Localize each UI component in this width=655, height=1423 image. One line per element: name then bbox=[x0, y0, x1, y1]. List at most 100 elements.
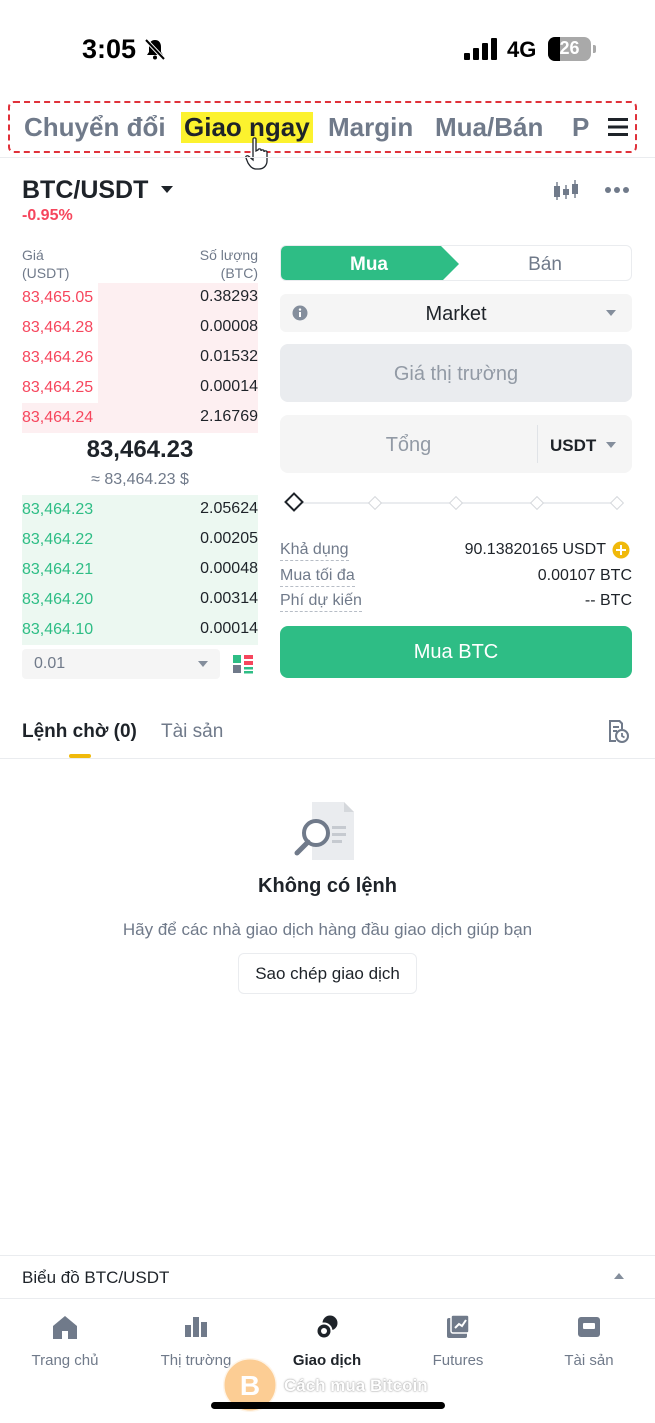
home-indicator[interactable] bbox=[211, 1402, 445, 1409]
ask-qty: 0.01532 bbox=[200, 348, 258, 365]
hand-cursor-icon bbox=[245, 137, 268, 170]
tab-buy-sell[interactable]: Mua/Bán bbox=[435, 112, 543, 143]
last-price[interactable]: 83,464.23 bbox=[22, 436, 258, 464]
bid-row[interactable]: 83,464.22 0.00205 bbox=[22, 525, 258, 555]
buy-btc-button[interactable]: Mua BTC bbox=[280, 626, 632, 678]
tab-more-partial[interactable]: P bbox=[572, 112, 589, 143]
bid-qty: 0.00048 bbox=[200, 560, 258, 577]
nav-home[interactable]: Trang chủ bbox=[5, 1310, 125, 1380]
max-buy-row: Mua tối đa 0.00107 BTC bbox=[280, 565, 632, 587]
depth-step-select[interactable]: 0.01 bbox=[22, 649, 220, 679]
order-history-icon[interactable] bbox=[607, 719, 629, 743]
ask-qty: 0.38293 bbox=[200, 288, 258, 305]
tab-convert[interactable]: Chuyển đổi bbox=[24, 112, 166, 143]
bid-price: 83,464.20 bbox=[22, 591, 94, 608]
orderbook-price-header: Giá (USDT) bbox=[22, 246, 69, 282]
ask-price: 83,464.24 bbox=[22, 409, 94, 426]
ask-row[interactable]: 83,464.25 0.00014 bbox=[22, 373, 258, 403]
buy-tab-label[interactable]: Mua bbox=[281, 254, 457, 276]
order-type-label: Market bbox=[425, 303, 487, 325]
max-buy-value: 0.00107 BTC bbox=[537, 567, 632, 584]
qty-header-label: Số lượng bbox=[199, 247, 258, 263]
bid-row[interactable]: 83,464.23 2.05624 bbox=[22, 495, 258, 525]
chart-panel-label: Biểu đồ BTC/USDT bbox=[22, 1268, 170, 1287]
total-unit-select[interactable]: USDT bbox=[550, 436, 596, 456]
network-type: 4G bbox=[507, 37, 537, 62]
bid-qty: 2.05624 bbox=[200, 500, 258, 517]
ask-row[interactable]: 83,464.26 0.01532 bbox=[22, 343, 258, 373]
trade-type-tabs: Chuyển đổi Giao ngay Margin Mua/Bán P bbox=[8, 101, 637, 153]
ask-qty: 2.16769 bbox=[200, 408, 258, 425]
ask-row[interactable]: 83,464.28 0.00008 bbox=[22, 313, 258, 343]
tab-assets[interactable]: Tài sản bbox=[161, 721, 223, 743]
nav-futures[interactable]: Futures bbox=[398, 1310, 518, 1380]
chart-panel-toggle[interactable]: Biểu đồ BTC/USDT bbox=[0, 1255, 655, 1299]
nav-label: Futures bbox=[432, 1352, 484, 1369]
nav-wallet[interactable]: Tài sản bbox=[529, 1310, 649, 1380]
bid-row[interactable]: 83,464.10 0.00014 bbox=[22, 615, 258, 645]
chevron-up-icon[interactable] bbox=[614, 1273, 624, 1279]
bid-qty: 0.00014 bbox=[200, 620, 258, 637]
price-field-placeholder: Giá thị trường bbox=[393, 363, 519, 385]
ask-price: 83,464.25 bbox=[22, 379, 94, 396]
amount-slider[interactable] bbox=[284, 492, 628, 514]
candlestick-chart-icon[interactable] bbox=[552, 180, 579, 202]
ask-price: 83,465.05 bbox=[22, 289, 94, 306]
nav-label: Tài sản bbox=[564, 1352, 614, 1369]
bid-qty: 0.00314 bbox=[200, 590, 258, 607]
bid-row[interactable]: 83,464.20 0.00314 bbox=[22, 585, 258, 615]
slider-tick[interactable] bbox=[609, 495, 625, 511]
last-price-fiat: ≈ 83,464.23 $ bbox=[91, 471, 189, 488]
add-funds-icon[interactable] bbox=[612, 541, 630, 559]
trade-icon bbox=[315, 1315, 338, 1340]
bid-price: 83,464.21 bbox=[22, 561, 94, 578]
price-field: Giá thị trường bbox=[280, 344, 632, 402]
price-header-unit: (USDT) bbox=[22, 265, 70, 281]
more-icon[interactable] bbox=[604, 186, 630, 194]
slider-tick[interactable] bbox=[529, 495, 545, 511]
pair-symbol[interactable]: BTC/USDT bbox=[22, 176, 148, 205]
nav-trade[interactable]: Giao dịch bbox=[267, 1310, 387, 1380]
nav-label: Giao dịch bbox=[292, 1352, 362, 1369]
orderbook-layout-icon[interactable] bbox=[232, 653, 254, 675]
chevron-down-icon bbox=[198, 661, 208, 667]
status-time: 3:05 bbox=[82, 34, 137, 64]
nav-label: Trang chủ bbox=[31, 1352, 99, 1369]
fee-row: Phí dự kiến -- BTC bbox=[280, 590, 632, 612]
copy-trading-button[interactable]: Sao chép giao dịch bbox=[238, 953, 417, 994]
ask-row[interactable]: 83,465.05 0.38293 bbox=[22, 283, 258, 313]
tab-margin[interactable]: Margin bbox=[328, 112, 413, 143]
battery-icon: 26 bbox=[548, 37, 596, 61]
bid-price: 83,464.10 bbox=[22, 621, 94, 638]
slider-handle[interactable] bbox=[284, 492, 304, 512]
price-header-label: Giá bbox=[22, 247, 44, 263]
ask-row[interactable]: 83,464.24 2.16769 bbox=[22, 403, 258, 433]
ask-price: 83,464.28 bbox=[22, 319, 94, 336]
futures-icon bbox=[447, 1314, 470, 1338]
slider-tick[interactable] bbox=[367, 495, 383, 511]
empty-state-title: Không có lệnh bbox=[258, 875, 397, 897]
available-value: 90.13820165 USDT bbox=[464, 541, 606, 558]
ask-qty: 0.00014 bbox=[200, 378, 258, 395]
menu-icon[interactable] bbox=[607, 116, 629, 138]
ask-price: 83,464.26 bbox=[22, 349, 94, 366]
watermark-text: Cách mua Bitcoin bbox=[284, 1376, 428, 1395]
total-field[interactable]: Tổng USDT bbox=[280, 415, 632, 473]
price-change: -0.95% bbox=[22, 207, 73, 224]
pair-dropdown-icon[interactable] bbox=[161, 186, 173, 193]
buy-sell-switch: Mua Bán bbox=[280, 245, 632, 281]
signal-icon bbox=[464, 38, 497, 60]
chevron-down-icon[interactable] bbox=[606, 442, 616, 448]
ask-qty: 0.00008 bbox=[200, 318, 258, 335]
bid-row[interactable]: 83,464.21 0.00048 bbox=[22, 555, 258, 585]
sell-tab[interactable]: Bán bbox=[457, 254, 631, 276]
order-type-select[interactable]: Market bbox=[280, 294, 632, 332]
depth-step-value: 0.01 bbox=[34, 655, 66, 672]
available-label: Khả dụng bbox=[280, 541, 349, 561]
fee-value: -- BTC bbox=[584, 592, 632, 609]
empty-state-description: Hãy để các nhà giao dịch hàng đầu giao d… bbox=[122, 920, 533, 939]
tab-open-orders[interactable]: Lệnh chờ (0) bbox=[22, 721, 137, 743]
wallet-icon bbox=[578, 1317, 600, 1337]
slider-tick[interactable] bbox=[448, 495, 464, 511]
status-bar: 3:05 4G 26 bbox=[0, 0, 655, 95]
